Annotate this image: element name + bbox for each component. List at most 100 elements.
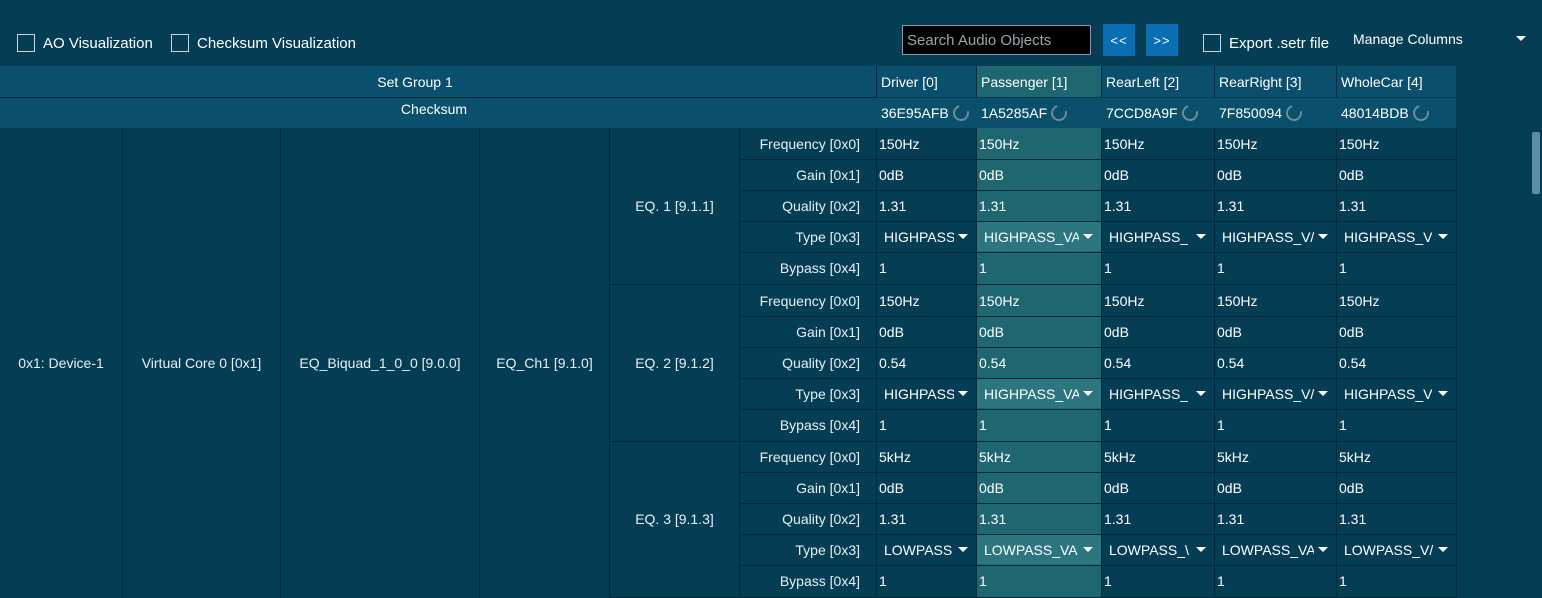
parameter-value-cell[interactable]: 0dB	[1214, 159, 1336, 190]
parameter-value-cell[interactable]: 5kHz	[1214, 441, 1336, 472]
parameter-value-cell[interactable]: 150Hz	[1336, 285, 1456, 316]
parameter-value-cell[interactable]: 0dB	[876, 159, 976, 190]
ao-visualization-checkbox[interactable]: AO Visualization	[17, 34, 153, 52]
type-dropdown[interactable]: HIGHPASS_V/	[1214, 222, 1336, 251]
chevron-down-icon[interactable]	[1438, 234, 1448, 239]
parameter-value-cell[interactable]: 1	[1101, 409, 1214, 441]
parameter-value-cell[interactable]: 0.54	[1336, 347, 1456, 378]
chevron-down-icon[interactable]	[958, 547, 968, 552]
parameter-value-cell[interactable]: 1.31	[1336, 190, 1456, 221]
vertical-scrollbar[interactable]	[1530, 128, 1542, 598]
scrollbar-thumb[interactable]	[1532, 132, 1540, 194]
parameter-value-cell[interactable]: 150Hz	[876, 285, 976, 316]
type-dropdown[interactable]: LOWPASS	[876, 535, 976, 564]
parameter-value-cell[interactable]: 0.54	[976, 347, 1101, 378]
chevron-down-icon[interactable]	[1196, 234, 1206, 239]
chevron-down-icon[interactable]	[1083, 234, 1093, 239]
refresh-icon[interactable]	[949, 102, 972, 124]
column-header[interactable]: WholeCar [4]	[1336, 66, 1456, 97]
parameter-value-cell[interactable]: 0dB	[1214, 316, 1336, 347]
parameter-value-cell[interactable]: 1	[1101, 252, 1214, 284]
parameter-value-cell[interactable]: 150Hz	[1101, 285, 1214, 316]
parameter-value-cell[interactable]: 1.31	[876, 503, 976, 534]
parameter-value-cell[interactable]: 0dB	[1214, 472, 1336, 503]
parameter-value-cell[interactable]: 0dB	[1336, 316, 1456, 347]
type-dropdown[interactable]: HIGHPASS_V/	[1214, 379, 1336, 408]
parameter-value-cell[interactable]: 0dB	[876, 472, 976, 503]
chevron-down-icon[interactable]	[1318, 234, 1328, 239]
parameter-value-cell[interactable]: 150Hz	[976, 128, 1101, 159]
parameter-value-cell[interactable]: 150Hz	[1101, 128, 1214, 159]
parameter-value-cell[interactable]: 0.54	[876, 347, 976, 378]
type-dropdown[interactable]: HIGHPASS_V	[1336, 222, 1456, 251]
checkbox-icon[interactable]	[171, 34, 189, 52]
parameter-value-cell[interactable]: 150Hz	[1336, 128, 1456, 159]
parameter-value-cell[interactable]: 1.31	[1214, 503, 1336, 534]
parameter-value-cell[interactable]: 5kHz	[976, 441, 1101, 472]
parameter-value-cell[interactable]: 1.31	[1214, 190, 1336, 221]
parameter-value-cell[interactable]: 1	[1101, 565, 1214, 597]
parameter-value-cell[interactable]: 0dB	[1336, 472, 1456, 503]
parameter-value-cell[interactable]: 1	[1214, 252, 1336, 284]
parameter-value-cell[interactable]: 150Hz	[1214, 285, 1336, 316]
type-dropdown[interactable]: LOWPASS_VA	[1214, 535, 1336, 564]
parameter-value-cell[interactable]: 1.31	[1101, 190, 1214, 221]
parameter-value-cell[interactable]: 0dB	[976, 316, 1101, 347]
column-header[interactable]: RearLeft [2]	[1101, 66, 1214, 97]
next-button[interactable]: >>	[1146, 24, 1178, 56]
parameter-value-cell[interactable]: 0.54	[1101, 347, 1214, 378]
type-dropdown[interactable]: HIGHPASS	[876, 379, 976, 408]
column-header[interactable]: Passenger [1]	[976, 66, 1101, 97]
type-dropdown[interactable]: HIGHPASS_	[1101, 379, 1214, 408]
chevron-down-icon[interactable]	[1196, 547, 1206, 552]
parameter-value-cell[interactable]: 0dB	[976, 472, 1101, 503]
checkbox-icon[interactable]	[1203, 34, 1221, 52]
parameter-value-cell[interactable]: 0dB	[876, 316, 976, 347]
parameter-value-cell[interactable]: 1.31	[1336, 503, 1456, 534]
type-dropdown[interactable]: LOWPASS_VA	[976, 535, 1101, 564]
parameter-value-cell[interactable]: 5kHz	[1336, 441, 1456, 472]
parameter-value-cell[interactable]: 5kHz	[1101, 441, 1214, 472]
parameter-value-cell[interactable]: 150Hz	[1214, 128, 1336, 159]
parameter-value-cell[interactable]: 1	[976, 252, 1101, 284]
parameter-value-cell[interactable]: 1	[876, 252, 976, 284]
parameter-value-cell[interactable]: 1.31	[876, 190, 976, 221]
chevron-down-icon[interactable]	[1083, 547, 1093, 552]
chevron-down-icon[interactable]	[1318, 391, 1328, 396]
parameter-value-cell[interactable]: 1.31	[976, 190, 1101, 221]
previous-button[interactable]: <<	[1103, 24, 1135, 56]
column-header[interactable]: Driver [0]	[876, 66, 976, 97]
chevron-down-icon[interactable]	[1318, 547, 1328, 552]
refresh-icon[interactable]	[1409, 102, 1432, 124]
type-dropdown[interactable]: LOWPASS_\	[1101, 535, 1214, 564]
parameter-value-cell[interactable]: 0dB	[1336, 159, 1456, 190]
type-dropdown[interactable]: HIGHPASS_V	[1336, 379, 1456, 408]
manage-columns-select[interactable]: Manage Columns	[1346, 25, 1534, 53]
parameter-value-cell[interactable]: 0dB	[1101, 472, 1214, 503]
refresh-icon[interactable]	[1178, 102, 1201, 124]
parameter-value-cell[interactable]: 1	[1214, 565, 1336, 597]
parameter-value-cell[interactable]: 0dB	[1101, 316, 1214, 347]
parameter-value-cell[interactable]: 1	[1214, 409, 1336, 441]
parameter-value-cell[interactable]: 1	[976, 565, 1101, 597]
parameter-value-cell[interactable]: 1	[876, 409, 976, 441]
parameter-value-cell[interactable]: 150Hz	[976, 285, 1101, 316]
chevron-down-icon[interactable]	[958, 234, 968, 239]
search-input[interactable]	[902, 25, 1091, 55]
type-dropdown[interactable]: HIGHPASS_VA	[976, 222, 1101, 251]
parameter-value-cell[interactable]: 1.31	[976, 503, 1101, 534]
parameter-value-cell[interactable]: 0dB	[976, 159, 1101, 190]
parameter-value-cell[interactable]: 1	[1336, 252, 1456, 284]
parameter-value-cell[interactable]: 1.31	[1101, 503, 1214, 534]
parameter-value-cell[interactable]: 0.54	[1214, 347, 1336, 378]
parameter-value-cell[interactable]: 1	[1336, 409, 1456, 441]
chevron-down-icon[interactable]	[1438, 547, 1448, 552]
refresh-icon[interactable]	[1283, 102, 1305, 124]
chevron-down-icon[interactable]	[1196, 391, 1206, 396]
checksum-visualization-checkbox[interactable]: Checksum Visualization	[171, 34, 356, 52]
column-header[interactable]: RearRight [3]	[1214, 66, 1336, 97]
type-dropdown[interactable]: HIGHPASS_VA	[976, 379, 1101, 408]
parameter-value-cell[interactable]: 1	[1336, 565, 1456, 597]
parameter-value-cell[interactable]: 0dB	[1101, 159, 1214, 190]
checkbox-icon[interactable]	[17, 34, 35, 52]
